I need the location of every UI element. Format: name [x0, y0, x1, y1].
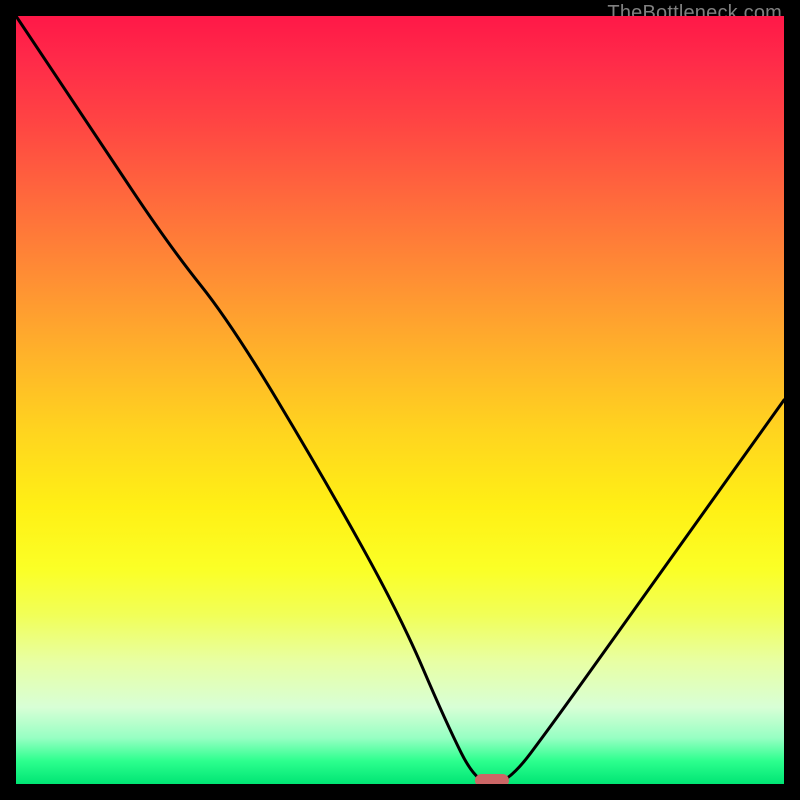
chart-frame: TheBottleneck.com [0, 0, 800, 800]
optimal-marker [475, 774, 510, 784]
bottleneck-curve [16, 16, 784, 784]
plot-area [16, 16, 784, 784]
